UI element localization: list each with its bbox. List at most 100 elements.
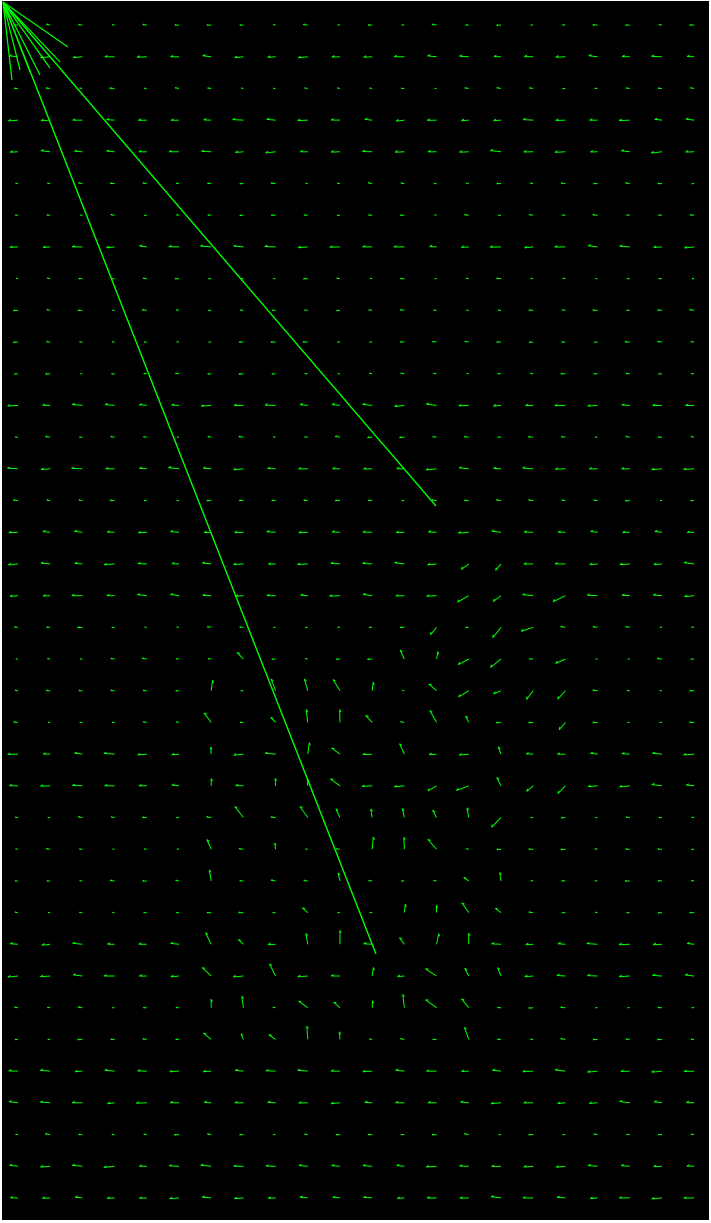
flow-vector-head: [176, 499, 178, 502]
flow-vector-head: [336, 277, 338, 279]
flow-vector-head: [46, 340, 49, 343]
flow-vector-head: [337, 626, 339, 628]
flow-vector-head: [47, 1038, 49, 1040]
flow-vector-head: [207, 372, 210, 375]
long-vector-2: [2, 1, 377, 955]
flow-vector-head: [658, 23, 661, 26]
flow-vector-head: [207, 625, 209, 628]
flow-vector: [490, 1196, 502, 1199]
flow-vector: [491, 817, 502, 828]
flow-vector: [298, 1165, 308, 1167]
flow-vector-head: [368, 308, 371, 311]
flow-vector: [365, 715, 373, 723]
flow-vector-head: [625, 625, 628, 628]
flow-vector-head: [336, 182, 339, 184]
flow-vector-head: [207, 87, 210, 89]
flow-vector-head: [46, 308, 49, 311]
flow-vector-head: [625, 87, 628, 89]
flow-vector: [201, 967, 212, 977]
flow-vector-head: [272, 436, 275, 438]
flow-vector: [362, 1165, 373, 1167]
flow-vector-head: [465, 23, 467, 26]
flow-vector-head: [433, 182, 436, 185]
flow-vector: [299, 404, 308, 406]
flow-vector-head: [561, 911, 564, 914]
flow-vector: [363, 943, 373, 945]
flow-vector: [42, 531, 51, 533]
flow-vector-head: [466, 309, 468, 311]
flow-vector: [72, 942, 83, 945]
flow-vector: [106, 150, 115, 153]
flow-vector-head: [691, 277, 694, 280]
flow-vector: [74, 531, 83, 533]
flow-vector: [371, 967, 374, 977]
flow-vector-head: [557, 696, 559, 700]
flow-vector: [491, 530, 502, 533]
flow-vector-head: [562, 87, 564, 90]
flow-vector: [234, 806, 244, 818]
flow-vector-head: [626, 213, 628, 216]
flow-vector: [202, 55, 212, 58]
flow-vector-head: [433, 309, 435, 311]
flow-vector-head: [594, 341, 596, 343]
flow-vector-head: [15, 1133, 17, 1135]
flow-vector-head: [561, 879, 564, 882]
flow-vector: [651, 784, 663, 787]
flow-vector-head: [561, 499, 564, 501]
flow-vector-head: [14, 816, 17, 818]
flow-vector: [74, 752, 83, 755]
flow-vector: [557, 785, 566, 795]
flow-vector-head: [14, 1006, 16, 1008]
flow-vector-head: [369, 87, 371, 89]
flow-vector: [333, 1001, 341, 1009]
flow-vector-head: [176, 816, 178, 819]
flow-vector-head: [437, 651, 440, 655]
flow-vector-head: [270, 879, 273, 881]
flow-vector: [687, 943, 695, 945]
flow-vector-head: [271, 372, 274, 375]
flow-vector: [425, 968, 437, 977]
flow-vector-head: [658, 372, 660, 375]
flow-vector-head: [142, 720, 145, 723]
flow-vector-head: [176, 214, 178, 216]
flow-vector-head: [14, 372, 16, 375]
flow-vector: [552, 595, 566, 603]
flow-vector: [9, 1101, 19, 1104]
flow-vector: [588, 1165, 598, 1167]
flow-vector-head: [303, 23, 306, 26]
flow-vector: [40, 562, 51, 565]
flow-vector-head: [142, 1037, 145, 1040]
flow-vector-head: [690, 1133, 693, 1135]
flow-vector-head: [111, 277, 114, 280]
flow-vector-head: [46, 277, 49, 279]
flow-vector: [653, 1101, 663, 1104]
flow-vector-head: [175, 657, 178, 660]
flow-vector-head: [498, 1133, 500, 1136]
flow-vector: [654, 118, 663, 121]
flow-vector-head: [690, 658, 693, 660]
flow-vector: [430, 626, 437, 636]
flow-vector-head: [659, 721, 661, 723]
flow-vector: [588, 245, 598, 248]
flow-vector: [556, 1196, 566, 1199]
flow-vector-head: [625, 372, 628, 375]
flow-vector: [363, 1196, 373, 1199]
flow-vector-head: [79, 911, 81, 913]
flow-vector-head: [175, 372, 177, 374]
flow-vector-head: [110, 816, 113, 818]
flow-vector-head: [561, 340, 564, 343]
flow-vector-head: [400, 1133, 403, 1136]
flow-vector-head: [368, 1038, 371, 1040]
flow-vector-head: [47, 1006, 49, 1008]
flow-vector-head: [530, 879, 532, 882]
flow-vector-head: [142, 23, 145, 26]
flow-vector-head: [658, 816, 661, 819]
flow-vector-head: [337, 911, 339, 914]
flow-vector-head: [273, 277, 275, 280]
flow-vector-head: [560, 625, 563, 628]
flow-vector-head: [562, 23, 564, 26]
flow-vector-head: [141, 657, 144, 659]
flow-vector: [202, 562, 212, 565]
flow-vector: [652, 974, 663, 977]
flow-vector-head: [79, 436, 81, 438]
